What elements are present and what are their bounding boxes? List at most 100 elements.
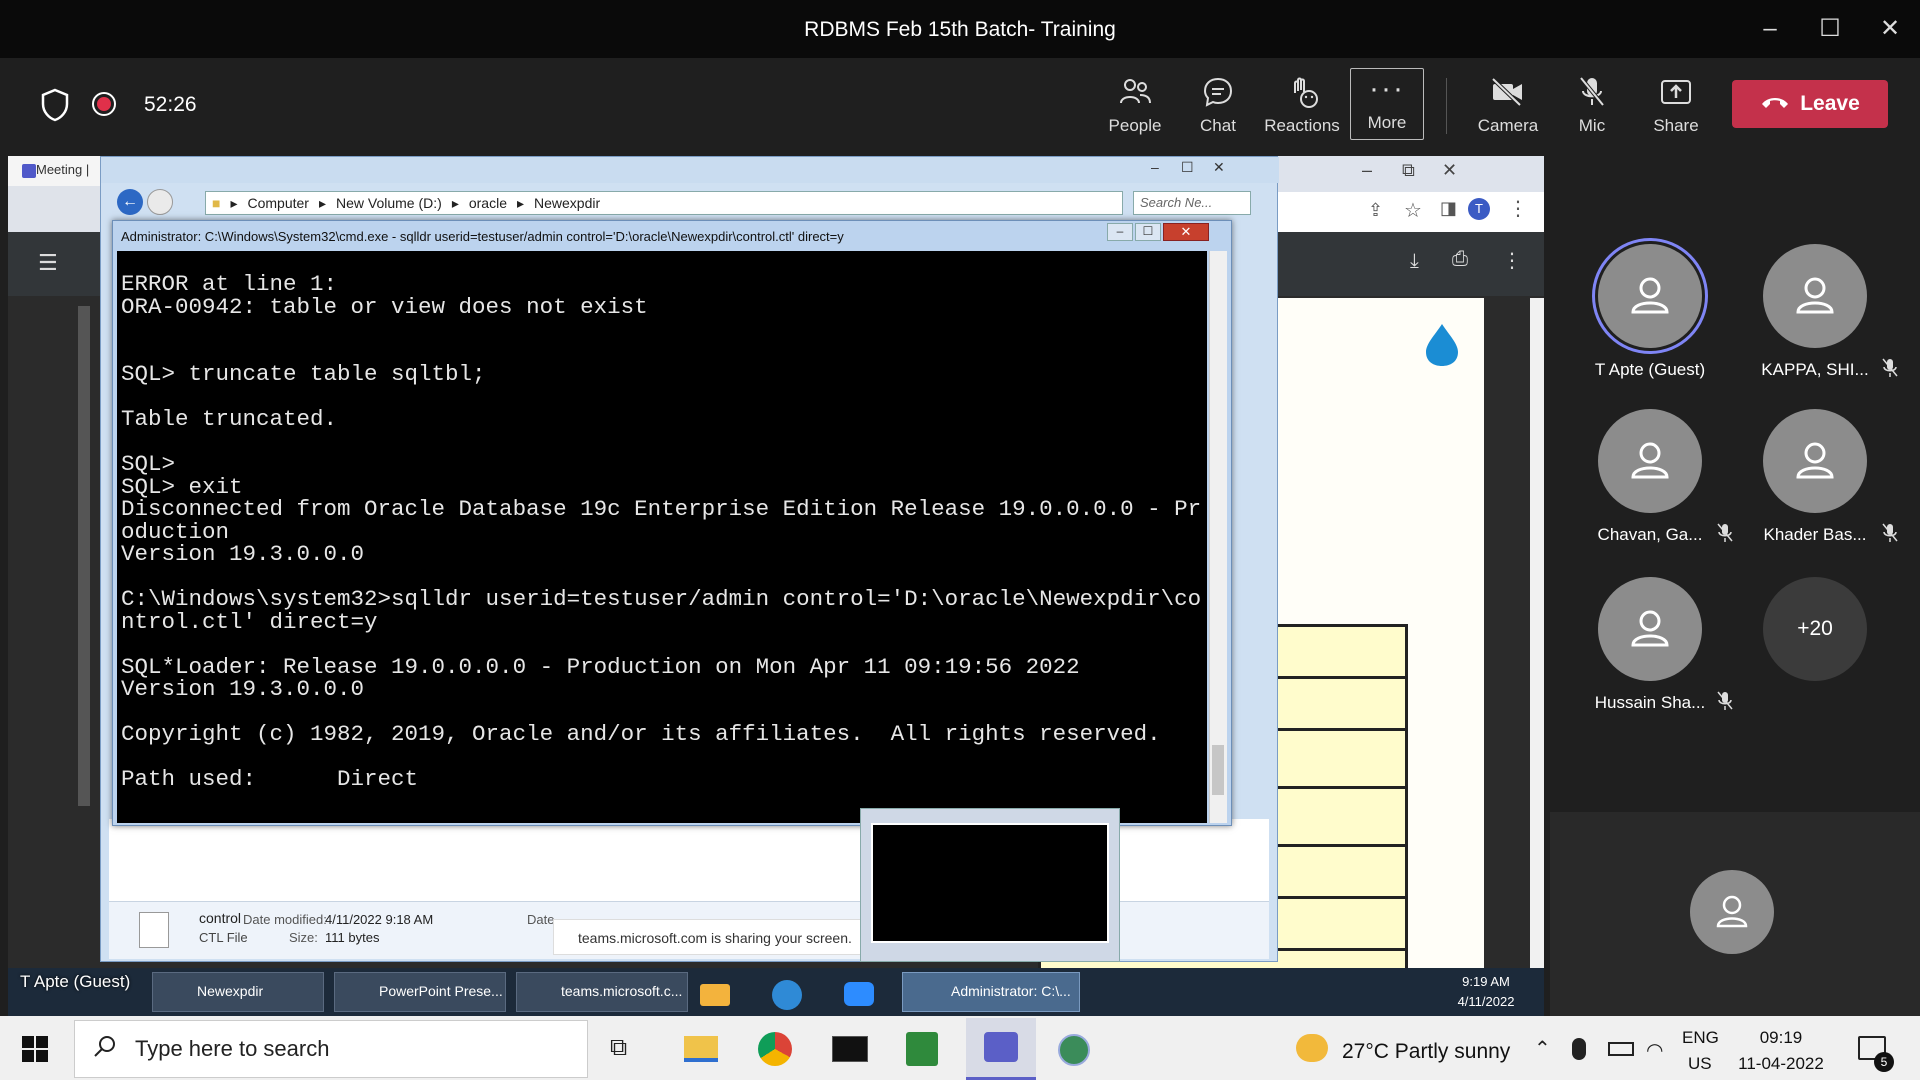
weather-text[interactable]: 27°C Partly sunny xyxy=(1342,1040,1510,1064)
inner-task-newexpdir[interactable]: Newexpdir xyxy=(152,972,324,1012)
back-icon[interactable]: ← xyxy=(117,189,143,215)
more-button[interactable]: ··· More xyxy=(1350,68,1424,140)
meeting-timer: 52:26 xyxy=(144,93,197,116)
window-thumbnail[interactable] xyxy=(860,808,1120,962)
cmd-line: SQL> xyxy=(121,451,176,477)
edge-icon[interactable] xyxy=(772,980,802,1010)
cmd-line: ntrol.ctl' direct=y xyxy=(121,608,378,635)
clock-time[interactable]: 09:19 xyxy=(1736,1028,1826,1048)
cmd-line xyxy=(121,633,1207,656)
breadcrumb-newexpdir[interactable]: Newexpdir xyxy=(534,195,600,211)
participant-name: Khader Bas... xyxy=(1763,525,1867,544)
hamburger-icon[interactable]: ☰ xyxy=(38,250,58,276)
inner-clock-date: 4/11/2022 xyxy=(1457,994,1515,1009)
wifi-icon[interactable]: ◠ xyxy=(1646,1038,1663,1063)
participant-name: KAPPA, SHI... xyxy=(1761,360,1869,379)
size-value: 111 bytes xyxy=(325,930,380,945)
star-icon[interactable]: ☆ xyxy=(1404,198,1422,223)
microphone-icon[interactable] xyxy=(1572,1038,1586,1060)
camera-button[interactable]: Camera xyxy=(1468,72,1548,140)
share-page-icon[interactable]: ⇪ xyxy=(1368,200,1383,221)
file-type: CTL File xyxy=(199,930,248,945)
inner-task-cmd[interactable]: Administrator: C:\... xyxy=(902,972,1080,1012)
people-label: People xyxy=(1108,116,1162,135)
windows-start-icon[interactable] xyxy=(22,1036,48,1067)
breadcrumb-computer[interactable]: Computer xyxy=(248,195,309,211)
chevron-up-icon[interactable]: ⌃ xyxy=(1534,1036,1551,1061)
inner-task-teams[interactable]: teams.microsoft.c... xyxy=(516,972,688,1012)
language-primary[interactable]: ENG xyxy=(1682,1028,1719,1048)
share-icon xyxy=(1636,72,1716,112)
print-icon[interactable]: ⎙ xyxy=(1452,248,1468,271)
camera-off-icon xyxy=(1468,72,1548,112)
teams-taskbar-button[interactable] xyxy=(966,1018,1036,1080)
reactions-icon xyxy=(1262,72,1342,112)
weather-icon xyxy=(1296,1034,1328,1062)
participant-avatar[interactable] xyxy=(1598,577,1702,681)
cmd-close-button[interactable]: ✕ xyxy=(1163,223,1209,241)
notification-count: 5 xyxy=(1874,1052,1894,1072)
more-label: More xyxy=(1367,113,1407,132)
mic-off-icon xyxy=(1881,523,1899,548)
close-button[interactable]: ✕ xyxy=(1872,14,1908,44)
reactions-button[interactable]: Reactions xyxy=(1262,72,1342,140)
task-view-icon[interactable]: ⧉ xyxy=(610,1034,627,1062)
participant-avatar[interactable] xyxy=(1598,244,1702,348)
chrome-icon[interactable] xyxy=(758,1032,792,1066)
presenter-name: T Apte (Guest) xyxy=(20,972,131,991)
teams-icon xyxy=(22,164,36,178)
cmd-line: ERROR at line 1: xyxy=(121,271,338,297)
cmd-line: oduction xyxy=(121,518,230,545)
profile-avatar[interactable]: T xyxy=(1468,198,1490,220)
mic-label: Mic xyxy=(1578,116,1606,135)
browser-globe-icon[interactable] xyxy=(1058,1034,1090,1066)
battery-icon[interactable] xyxy=(1608,1042,1634,1056)
browser-menu-icon[interactable]: ⋮ xyxy=(1508,196,1528,221)
chat-button[interactable]: Chat xyxy=(1178,72,1258,140)
cmd-line xyxy=(121,431,1207,454)
zoom-icon[interactable] xyxy=(844,982,874,1006)
terminal-icon[interactable] xyxy=(832,1036,868,1062)
people-button[interactable]: People xyxy=(1095,72,1175,140)
camera-label: Camera xyxy=(1477,116,1539,135)
cmd-line xyxy=(121,746,1207,769)
cmd-scrollbar[interactable] xyxy=(1209,251,1227,823)
participant-name: Hussain Sha... xyxy=(1594,693,1706,712)
pdf-menu-icon[interactable]: ⋮ xyxy=(1502,248,1522,273)
participant-avatar[interactable] xyxy=(1763,244,1867,348)
forward-icon[interactable] xyxy=(147,189,173,215)
explorer-search-input[interactable]: Search Ne... xyxy=(1133,191,1251,215)
explorer-address-bar[interactable]: ■ ▸ Computer ▸ New Volume (D:) ▸ oracle ▸ Ne… xyxy=(205,191,1123,215)
download-icon[interactable]: ⤓ xyxy=(1410,250,1419,273)
mic-off-icon xyxy=(1881,358,1899,383)
breadcrumb-oracle[interactable]: oracle xyxy=(469,195,507,211)
search-placeholder: Type here to search xyxy=(135,1036,330,1061)
leave-button[interactable]: Leave xyxy=(1732,80,1888,128)
overflow-participants-count[interactable]: +20 xyxy=(1763,577,1867,681)
file-explorer-icon[interactable] xyxy=(684,1036,718,1062)
size-label: Size: xyxy=(289,930,318,945)
sidebar-icon[interactable]: ◨ xyxy=(1440,198,1457,219)
cmd-maximize-button[interactable]: ☐ xyxy=(1135,223,1161,241)
cmd-line: Version 19.3.0.0.0 xyxy=(121,541,365,567)
cmd-title: Administrator: C:\Windows\System32\cmd.e… xyxy=(121,229,844,244)
participant-avatar[interactable] xyxy=(1763,409,1867,513)
inner-task-powerpoint[interactable]: PowerPoint Prese... xyxy=(334,972,506,1012)
cmd-output[interactable]: ERROR at line 1: ORA-00942: table or view… xyxy=(117,251,1207,823)
notepad-icon[interactable] xyxy=(906,1032,938,1066)
participant-name: T Apte (Guest) xyxy=(1594,360,1706,379)
cmd-minimize-button[interactable]: – xyxy=(1107,223,1133,241)
cmd-line xyxy=(121,566,1207,589)
participant-name: Chavan, Ga... xyxy=(1597,525,1703,544)
maximize-button[interactable]: ☐ xyxy=(1812,14,1848,44)
inner-taskbar: T Apte (Guest) Newexpdir PowerPoint Pres… xyxy=(8,968,1544,1016)
media-player-icon[interactable] xyxy=(700,984,730,1006)
pdf-scrollbar[interactable] xyxy=(1530,298,1544,1016)
share-button[interactable]: Share xyxy=(1636,72,1716,140)
participant-avatar[interactable] xyxy=(1598,409,1702,513)
taskbar-search-input[interactable]: Type here to search xyxy=(74,1020,588,1078)
minimize-button[interactable]: – xyxy=(1752,14,1788,44)
modified-label: Date modified: xyxy=(243,912,327,927)
mic-button[interactable]: Mic xyxy=(1552,72,1632,140)
breadcrumb-volume[interactable]: New Volume (D:) xyxy=(336,195,442,211)
